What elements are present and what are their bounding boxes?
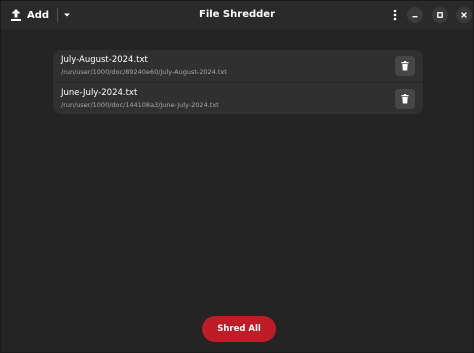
file-row: July-August-2024.txt /run/user/1000/doc/… — [53, 50, 423, 82]
main-menu-button[interactable] — [387, 7, 403, 23]
minimize-icon — [412, 16, 418, 18]
file-name: June-July-2024.txt — [61, 88, 138, 98]
remove-file-button[interactable] — [395, 56, 415, 76]
kebab-menu-icon — [393, 9, 397, 21]
shred-all-button[interactable]: Shred All — [202, 316, 276, 342]
maximize-button[interactable] — [432, 7, 448, 23]
file-path: /run/user/1000/doc/89240e60/July-August-… — [61, 68, 227, 76]
file-row: June-July-2024.txt /run/user/1000/doc/14… — [53, 82, 423, 114]
file-path: /run/user/1000/doc/144108a3/June-July-20… — [61, 101, 219, 109]
app-window: Add File Shredder July-August-2024.txt /… — [0, 0, 474, 353]
trash-icon — [401, 94, 409, 104]
maximize-icon — [437, 12, 443, 18]
headerbar: Add File Shredder — [1, 1, 473, 29]
minimize-button[interactable] — [407, 7, 423, 23]
remove-file-button[interactable] — [395, 89, 415, 109]
file-list: July-August-2024.txt /run/user/1000/doc/… — [53, 50, 423, 114]
trash-icon — [401, 61, 409, 71]
close-button[interactable] — [456, 7, 472, 23]
file-name: July-August-2024.txt — [61, 55, 148, 65]
close-icon — [461, 12, 467, 18]
